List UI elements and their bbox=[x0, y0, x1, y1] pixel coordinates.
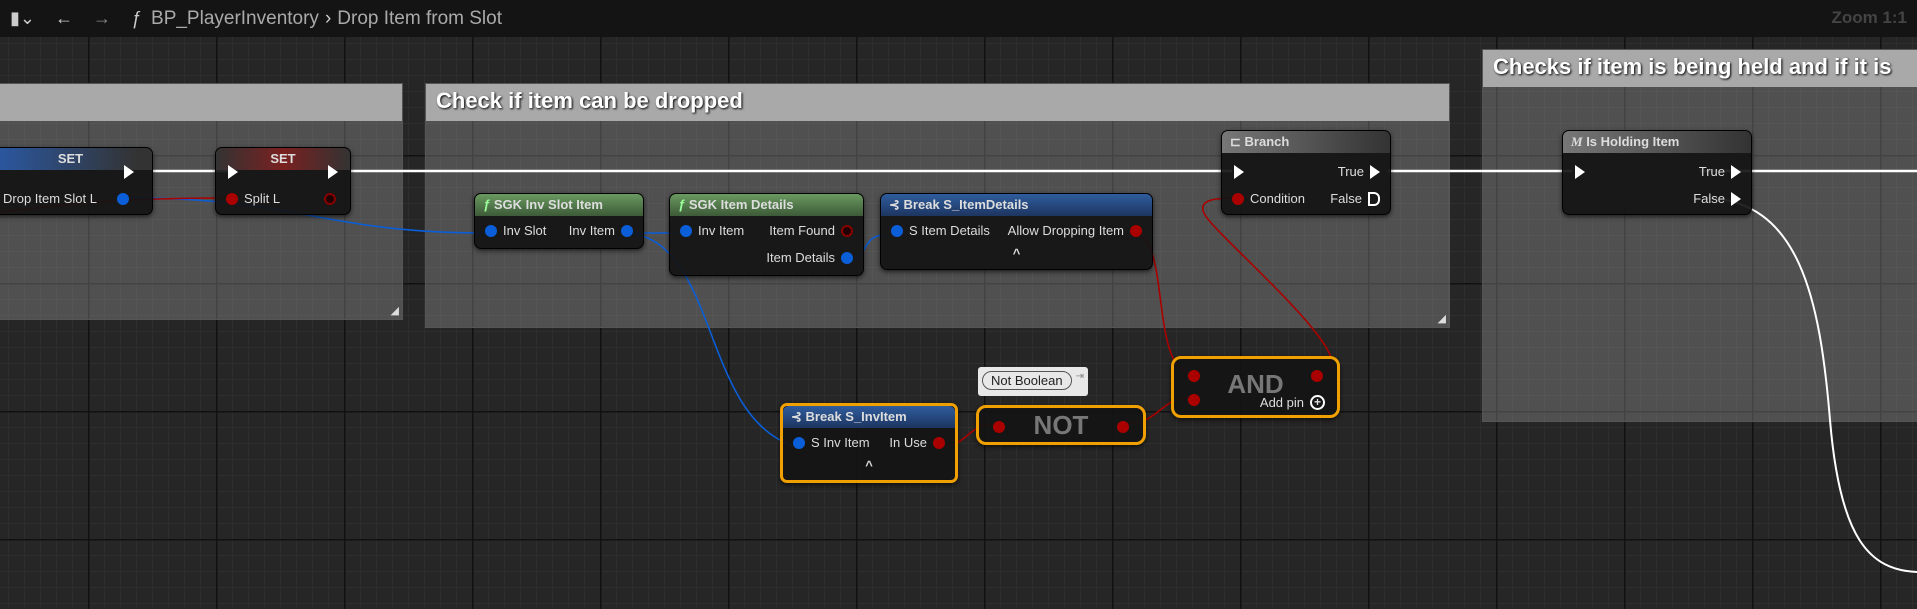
branch-icon: ⊏ bbox=[1230, 134, 1241, 149]
is-holding-item-node[interactable]: M Is Holding Item True False bbox=[1562, 130, 1752, 215]
bool-pin[interactable] bbox=[226, 192, 238, 205]
node-comment-bubble[interactable]: Not Boolean ⇥ bbox=[978, 367, 1088, 396]
struct-pin[interactable] bbox=[621, 224, 633, 237]
pin-label: Inv Item bbox=[568, 223, 615, 238]
zoom-level: Zoom 1:1 bbox=[1831, 8, 1907, 27]
exec-false-pin[interactable] bbox=[1731, 191, 1741, 206]
resize-grip-icon[interactable]: ◢ bbox=[1438, 312, 1446, 325]
exec-in-pin[interactable] bbox=[1575, 165, 1585, 179]
struct-pin[interactable] bbox=[793, 436, 805, 449]
exec-true-pin[interactable] bbox=[1731, 164, 1741, 179]
break-struct-icon: ⊰ bbox=[889, 197, 900, 212]
forward-arrow-icon[interactable]: → bbox=[93, 8, 111, 29]
struct-pin[interactable] bbox=[891, 224, 903, 237]
back-arrow-icon[interactable]: ← bbox=[55, 8, 73, 29]
bool-in-pin[interactable] bbox=[993, 421, 1005, 433]
tooltip-text: Not Boolean bbox=[982, 371, 1072, 390]
break-item-details-node[interactable]: ⊰ Break S_ItemDetails S Item Details All… bbox=[880, 193, 1153, 270]
bool-in-pin[interactable] bbox=[1188, 394, 1200, 406]
node-title: SGK Item Details bbox=[688, 197, 794, 212]
set-node-split[interactable]: SET Split L bbox=[215, 147, 351, 215]
pin-label: Item Details bbox=[766, 250, 835, 265]
node-title: Is Holding Item bbox=[1586, 134, 1680, 149]
struct-pin[interactable] bbox=[116, 192, 129, 205]
pin-label: Inv Item bbox=[698, 223, 745, 238]
function-icon: ƒ bbox=[483, 197, 491, 212]
pin-bubble-icon[interactable]: ⇥ bbox=[1076, 371, 1084, 382]
comment-box[interactable]: Checks if item is being held and if it i… bbox=[1482, 49, 1917, 422]
collapse-chevron-icon[interactable]: ^ bbox=[783, 458, 955, 473]
pin-label: Item Found bbox=[769, 223, 835, 238]
pin-label: S Item Details bbox=[909, 223, 990, 238]
exec-out-pin[interactable] bbox=[328, 165, 338, 179]
exec-in-pin[interactable] bbox=[228, 165, 238, 179]
struct-pin[interactable] bbox=[841, 251, 853, 264]
breadcrumb-function[interactable]: Drop Item from Slot bbox=[337, 8, 502, 30]
bool-out-pin[interactable] bbox=[324, 193, 336, 205]
exec-true-pin[interactable] bbox=[1370, 164, 1380, 179]
bool-in-pin[interactable] bbox=[1188, 370, 1200, 382]
pin-label: Condition bbox=[1250, 191, 1305, 206]
add-pin-button[interactable]: Add pin + bbox=[1260, 395, 1325, 410]
bool-pin[interactable] bbox=[933, 436, 945, 449]
comment-title[interactable] bbox=[0, 84, 402, 121]
bookmark-icon[interactable]: ▮⌄ bbox=[10, 8, 35, 29]
pin-label: Drop Item Slot L bbox=[3, 191, 97, 206]
top-bar: ▮⌄ ← → ƒ BP_PlayerInventory › Drop Item … bbox=[0, 0, 1917, 37]
sgk-item-details-node[interactable]: ƒ SGK Item Details Inv Item Item Found I… bbox=[669, 193, 864, 276]
and-boolean-node[interactable]: AND Add pin + bbox=[1171, 356, 1340, 418]
exec-in-pin[interactable] bbox=[1234, 165, 1244, 179]
function-icon: ƒ bbox=[678, 197, 686, 212]
branch-node[interactable]: ⊏ Branch True Condition False bbox=[1221, 130, 1391, 215]
resize-grip-icon[interactable]: ◢ bbox=[391, 304, 399, 317]
node-title: SGK Inv Slot Item bbox=[493, 197, 603, 212]
pin-label: S Inv Item bbox=[811, 435, 870, 450]
node-title: Break S_InvItem bbox=[805, 409, 907, 424]
struct-pin[interactable] bbox=[485, 224, 497, 237]
comment-title[interactable]: Checks if item is being held and if it i… bbox=[1483, 50, 1917, 87]
not-boolean-node[interactable]: NOT bbox=[976, 405, 1146, 445]
set-node-drop-item-slot[interactable]: SET Drop Item Slot L bbox=[0, 147, 153, 215]
exec-out-pin[interactable] bbox=[124, 165, 134, 179]
breadcrumb-separator: › bbox=[324, 7, 332, 29]
pin-label: True bbox=[1698, 164, 1725, 179]
pin-label: False bbox=[1693, 191, 1725, 206]
collapse-chevron-icon[interactable]: ^ bbox=[881, 246, 1152, 261]
bool-pin[interactable] bbox=[1232, 192, 1244, 205]
break-inv-item-node[interactable]: ⊰ Break S_InvItem S Inv Item In Use ^ bbox=[780, 403, 958, 483]
struct-pin[interactable] bbox=[680, 224, 692, 237]
add-pin-label: Add pin bbox=[1259, 395, 1304, 410]
node-title: Branch bbox=[1244, 134, 1290, 149]
bool-out-pin[interactable] bbox=[1117, 421, 1129, 433]
node-title: Break S_ItemDetails bbox=[903, 197, 1029, 212]
pin-label: True bbox=[1337, 164, 1364, 179]
breadcrumb-blueprint[interactable]: BP_PlayerInventory bbox=[151, 8, 319, 30]
pin-label: Allow Dropping Item bbox=[1007, 223, 1124, 238]
pin-label: False bbox=[1330, 191, 1362, 206]
comment-title[interactable]: Check if item can be dropped bbox=[426, 84, 1449, 121]
bool-pin[interactable] bbox=[841, 224, 853, 237]
pin-label: In Use bbox=[889, 435, 927, 450]
bool-pin[interactable] bbox=[1130, 224, 1142, 237]
macro-icon: M bbox=[1571, 134, 1583, 149]
pin-label: Inv Slot bbox=[503, 223, 547, 238]
exec-false-pin[interactable] bbox=[1368, 191, 1380, 206]
bool-out-pin[interactable] bbox=[1311, 370, 1323, 382]
plus-circle-icon: + bbox=[1310, 395, 1325, 410]
sgk-inv-slot-item-node[interactable]: ƒ SGK Inv Slot Item Inv Slot Inv Item bbox=[474, 193, 644, 249]
break-struct-icon: ⊰ bbox=[791, 409, 802, 424]
pin-label: Split L bbox=[244, 191, 281, 206]
function-icon: ƒ bbox=[131, 8, 142, 28]
